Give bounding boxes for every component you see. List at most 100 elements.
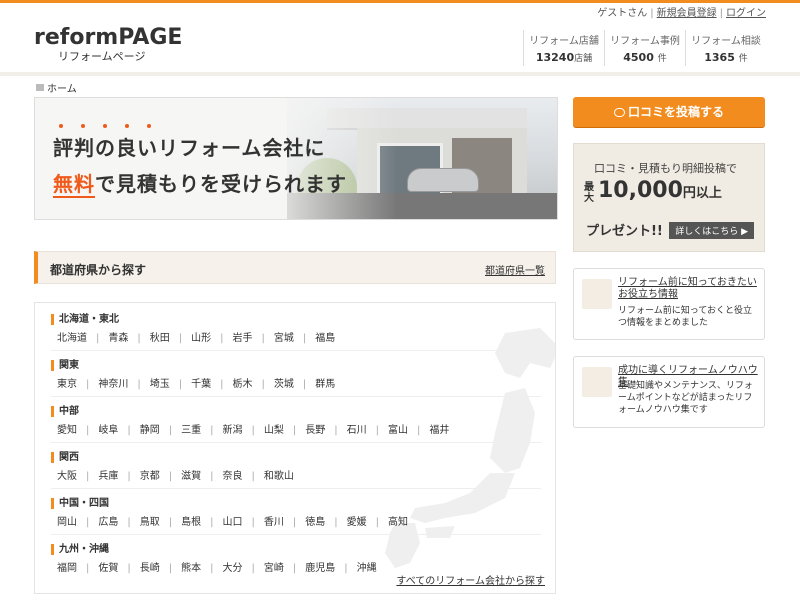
prefecture-link[interactable]: 和歌山 (264, 471, 294, 482)
prefecture-link[interactable]: 群馬 (315, 379, 335, 390)
prefecture-link[interactable]: 沖縄 (357, 563, 377, 574)
top-accent-bar (0, 0, 800, 3)
present-campaign-banner[interactable]: 口コミ・見積もり明細投稿で 最大 10,000円以上 プレゼント!! 詳しくはこ… (573, 143, 765, 252)
separator: | (210, 471, 214, 482)
house-icon (582, 279, 612, 309)
prefecture-link[interactable]: 富山 (388, 425, 408, 436)
prefecture-link[interactable]: 高知 (388, 517, 408, 528)
region-chugoku-shikoku: 中国・四国 岡山 | 広島 | 鳥取 | 島根 | 山口 | 香川 | 徳島 | 愛媛 | 高知 (51, 498, 541, 528)
prefecture-link[interactable]: 埼玉 (150, 379, 170, 390)
prefecture-link[interactable]: 三重 (181, 425, 201, 436)
header-divider (0, 72, 800, 76)
present-line3: プレゼント!! (586, 224, 663, 239)
home-icon (36, 84, 44, 91)
separator: | (168, 471, 173, 482)
prefecture-link[interactable]: 岩手 (233, 333, 253, 344)
section-title: 都道府県から探す (50, 263, 147, 277)
separator: | (168, 563, 173, 574)
region-kyushu-okinawa: 九州・沖縄 福岡 | 佐賀 | 長崎 | 熊本 | 大分 | 宮崎 | 鹿児島 | 沖縄 (51, 544, 541, 574)
separator: | (302, 379, 307, 390)
prefecture-link[interactable]: 宮崎 (264, 563, 284, 574)
prefecture-link[interactable]: 大阪 (57, 471, 77, 482)
prefecture-link[interactable]: 佐賀 (98, 563, 118, 574)
logo-main-text: reformPAGE (34, 25, 183, 50)
hero-banner[interactable]: 評判の良いリフォーム会社に 無料で見積もりを受けられます (34, 97, 558, 220)
prefecture-link[interactable]: 茨城 (274, 379, 294, 390)
separator: | (220, 379, 224, 390)
prefecture-link[interactable]: 千葉 (191, 379, 211, 390)
prefecture-link[interactable]: 神奈川 (98, 379, 128, 390)
separator: | (96, 333, 100, 344)
separator: | (344, 563, 348, 574)
prefecture-link[interactable]: 長崎 (140, 563, 160, 574)
prefecture-link[interactable]: 鹿児島 (305, 563, 335, 574)
prefecture-link[interactable]: 広島 (98, 517, 118, 528)
prefecture-link[interactable]: 奈良 (223, 471, 243, 482)
stat-label: リフォーム相談 (691, 36, 761, 47)
separator: | (251, 517, 255, 528)
separator: | (86, 471, 90, 482)
prefecture-link[interactable]: 島根 (181, 517, 201, 528)
separator: | (375, 517, 379, 528)
separator: | (127, 563, 131, 574)
prefecture-link[interactable]: 滋賀 (181, 471, 201, 482)
separator: | (261, 379, 265, 390)
tips-card-title[interactable]: リフォーム前に知っておきたいお役立ち情報 (618, 277, 758, 301)
region-chubu: 中部 愛知 | 岐阜 | 静岡 | 三重 | 新潟 | 山梨 | 長野 | 石川 | 富山 | 福井 (51, 406, 541, 436)
site-stats: リフォーム店舗 13240店舗 リフォーム事例 4500 件 リフォーム相談 1… (523, 30, 766, 66)
separator: | (168, 517, 173, 528)
prefecture-link[interactable]: 新潟 (223, 425, 243, 436)
all-companies-link[interactable]: すべてのリフォーム会社から探す (396, 572, 545, 587)
login-link[interactable]: ログイン (726, 8, 766, 19)
post-review-button[interactable]: 口コミを投稿する (573, 97, 765, 127)
prefecture-link[interactable]: 山口 (223, 517, 243, 528)
separator: | (127, 425, 131, 436)
prefecture-link[interactable]: 岐阜 (98, 425, 118, 436)
prefecture-link[interactable]: 兵庫 (98, 471, 118, 482)
separator: | (220, 333, 224, 344)
prefecture-link[interactable]: 愛媛 (347, 517, 367, 528)
prefecture-link[interactable]: 長野 (305, 425, 325, 436)
prefecture-link[interactable]: 福井 (429, 425, 449, 436)
prefecture-link[interactable]: 愛知 (57, 425, 77, 436)
prefecture-link[interactable]: 青森 (108, 333, 128, 344)
prefecture-link[interactable]: 鳥取 (140, 517, 160, 528)
prefecture-link[interactable]: 宮城 (274, 333, 294, 344)
prefecture-link[interactable]: 北海道 (57, 333, 87, 344)
prefecture-link[interactable]: 秋田 (150, 333, 170, 344)
prefecture-link[interactable]: 東京 (57, 379, 77, 390)
prefecture-link[interactable]: 熊本 (181, 563, 201, 574)
prefecture-link[interactable]: 大分 (223, 563, 243, 574)
separator: | (86, 379, 90, 390)
prefecture-link[interactable]: 石川 (347, 425, 367, 436)
tips-card[interactable]: リフォーム前に知っておきたいお役立ち情報 リフォーム前に知っておくと役立つ情報を… (573, 268, 765, 340)
knowhow-card[interactable]: 成功に導くリフォームノウハウ集 基礎知識やメンテナンス、リフォームポイントなどが… (573, 356, 765, 428)
separator: | (210, 563, 214, 574)
user-greeting: ゲストさん (597, 8, 648, 19)
site-logo[interactable]: reformPAGE リフォームページ (34, 26, 182, 64)
region-name: 北海道・東北 (51, 314, 541, 325)
register-link[interactable]: 新規会員登録 (657, 8, 717, 19)
building-icon (582, 367, 612, 397)
tips-card-desc: リフォーム前に知っておくと役立つ情報をまとめました (618, 306, 753, 328)
hero-subheadline: 無料で見積もりを受けられます (53, 172, 347, 198)
separator: | (292, 425, 297, 436)
prefecture-list-link[interactable]: 都道府県一覧 (485, 262, 545, 277)
region-name: 中国・四国 (51, 498, 541, 509)
prefecture-link[interactable]: 栃木 (233, 379, 253, 390)
prefecture-link[interactable]: 山形 (191, 333, 211, 344)
separator: | (137, 379, 141, 390)
prefecture-link[interactable]: 徳島 (305, 517, 325, 528)
separator: | (178, 333, 183, 344)
prefecture-link[interactable]: 福岡 (57, 563, 77, 574)
prefecture-link[interactable]: 香川 (264, 517, 284, 528)
separator: | (86, 563, 90, 574)
prefecture-link[interactable]: 岡山 (57, 517, 77, 528)
prefecture-link[interactable]: 福島 (315, 333, 335, 344)
prefecture-link[interactable]: 山梨 (264, 425, 284, 436)
prefecture-link[interactable]: 京都 (140, 471, 160, 482)
breadcrumb-home[interactable]: ホーム (47, 80, 77, 95)
prefecture-section-header: 都道府県から探す 都道府県一覧 (34, 251, 556, 284)
prefecture-link[interactable]: 静岡 (140, 425, 160, 436)
present-more-button[interactable]: 詳しくはこちら ▶ (669, 222, 754, 239)
